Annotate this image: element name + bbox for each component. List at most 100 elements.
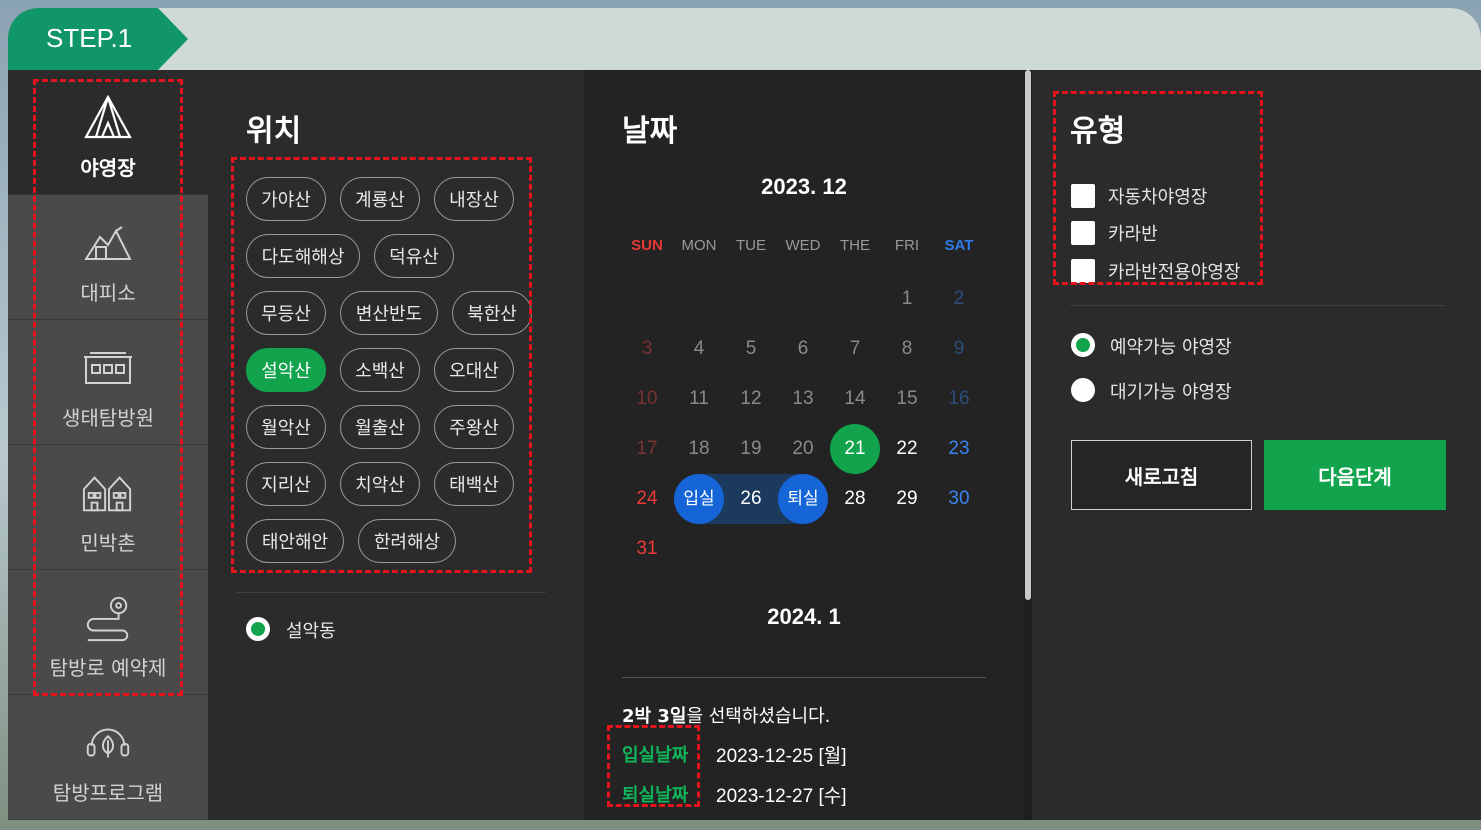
sidebar-item-trail-program[interactable]: 탐방프로그램 xyxy=(8,695,208,820)
calendar-day-past: 7 xyxy=(849,338,861,359)
sidebar-item-eco-center[interactable]: 생태탐방원 xyxy=(8,320,208,445)
trail-pin-icon xyxy=(82,592,134,644)
calendar-day-past: 10 xyxy=(636,388,658,409)
calendar-day-checkin[interactable]: 입실 xyxy=(673,474,725,524)
park-chip[interactable]: 주왕산 xyxy=(434,405,514,449)
type-section: 유형 자동차야영장 카라반 카라반전용야영장 예약가능 야영장 대기가능 야영장… xyxy=(1032,70,1481,820)
program-headset-icon xyxy=(82,717,134,769)
calendar-day-past: 12 xyxy=(740,388,762,409)
date-title: 날짜 xyxy=(622,114,678,149)
calendar-day[interactable]: 30 xyxy=(933,474,985,524)
weekday-label: MON xyxy=(681,237,717,254)
sidebar-item-label: 민박촌 xyxy=(80,531,136,555)
reservation-panel: STEP.1 야영장 대피소 생태탐방원 민박촌 탐방로 예약제 탐방프로그램 … xyxy=(8,8,1481,820)
park-chip[interactable]: 북한산 xyxy=(452,291,532,335)
calendar-day-past: 8 xyxy=(901,338,913,359)
park-chip[interactable]: 가야산 xyxy=(246,177,326,221)
sidebar-item-trail-reservation[interactable]: 탐방로 예약제 xyxy=(8,570,208,695)
type-title: 유형 xyxy=(1070,114,1126,149)
calendar-day-past: 11 xyxy=(689,388,709,409)
sidebar-item-campsite[interactable]: 야영장 xyxy=(8,70,208,195)
calendar-day-checkout[interactable]: 퇴실 xyxy=(777,474,829,524)
weekday-label: SAT xyxy=(944,237,974,254)
availability-radio-label: 대기가능 야영장 xyxy=(1110,382,1232,403)
calendar-day[interactable]: 31 xyxy=(621,524,673,574)
park-chip[interactable]: 소백산 xyxy=(340,348,420,392)
sidebar-item-label: 탐방프로그램 xyxy=(52,781,164,805)
availability-radio-label: 예약가능 야영장 xyxy=(1110,337,1232,358)
sidebar-item-label: 탐방로 예약제 xyxy=(49,656,167,680)
type-checkbox-caravan-only[interactable] xyxy=(1071,259,1095,283)
park-chip[interactable]: 변산반도 xyxy=(340,291,438,335)
park-chip[interactable]: 계룡산 xyxy=(340,177,420,221)
calendar-day-past: 1 xyxy=(901,288,913,309)
calendar-day-past: 20 xyxy=(792,438,814,459)
weekday-label: TUE xyxy=(736,237,766,254)
sidebar-item-shelter[interactable]: 대피소 xyxy=(8,195,208,320)
calendar-day[interactable]: 29 xyxy=(881,474,933,524)
park-chip[interactable]: 월출산 xyxy=(340,405,420,449)
date-scrollbar-thumb[interactable] xyxy=(1025,70,1031,600)
sidebar-item-label: 대피소 xyxy=(80,281,136,305)
stay-summary: 2박 3일을 선택하셨습니다. xyxy=(622,706,831,727)
shelter-icon xyxy=(82,217,134,269)
checkout-date-label: 퇴실날짜 xyxy=(622,785,689,806)
type-checkbox-caravan[interactable] xyxy=(1071,221,1095,245)
park-chip[interactable]: 태안해안 xyxy=(246,519,344,563)
location-section: 위치 가야산 계룡산 내장산 다도해해상 덕유산 무등산 변산반도 북한산 설악… xyxy=(208,70,584,820)
calendar-day-past: 18 xyxy=(688,438,710,459)
sub-area-label: 설악동 xyxy=(286,621,336,642)
calendar-day-in-range[interactable]: 26 xyxy=(725,474,777,524)
park-chip[interactable]: 무등산 xyxy=(246,291,326,335)
park-chip[interactable]: 덕유산 xyxy=(374,234,454,278)
next-step-button[interactable]: 다음단계 xyxy=(1264,440,1446,510)
calendar-day[interactable]: 24 xyxy=(621,474,673,524)
checkout-date-value: 2023-12-27 [수] xyxy=(716,786,847,807)
calendar-day-past: 6 xyxy=(797,338,809,359)
calendar-day[interactable]: 22 xyxy=(881,424,933,474)
weekday-label: FRI xyxy=(894,237,920,254)
divider xyxy=(236,592,546,593)
checkin-date-value: 2023-12-25 [월] xyxy=(716,746,847,767)
divider xyxy=(1070,305,1445,306)
park-chip[interactable]: 치악산 xyxy=(340,462,420,506)
sub-area-radio[interactable] xyxy=(246,617,270,641)
location-title: 위치 xyxy=(246,114,302,149)
park-chip[interactable]: 월악산 xyxy=(246,405,326,449)
park-chip-selected[interactable]: 설악산 xyxy=(246,348,326,392)
sidebar-item-label: 야영장 xyxy=(80,156,136,180)
type-checkbox-auto-camping[interactable] xyxy=(1071,184,1095,208)
availability-radio-waitlist[interactable] xyxy=(1071,378,1095,402)
facility-sidebar: 야영장 대피소 생태탐방원 민박촌 탐방로 예약제 탐방프로그램 xyxy=(8,70,208,820)
eco-center-icon xyxy=(82,342,134,394)
park-chip[interactable]: 다도해해상 xyxy=(246,234,360,278)
tent-icon xyxy=(82,92,134,144)
calendar-day-today[interactable]: 21 xyxy=(829,424,881,474)
calendar-day-past: 16 xyxy=(948,388,970,409)
calendar-day[interactable]: 28 xyxy=(829,474,881,524)
sidebar-item-guesthouse[interactable]: 민박촌 xyxy=(8,445,208,570)
park-chip[interactable]: 한려해상 xyxy=(358,519,456,563)
date-section: 날짜 2023. 12 SUN MON TUE WED THE FRI SAT … xyxy=(584,70,1024,820)
calendar-day-past: 19 xyxy=(740,438,762,459)
step-bar xyxy=(8,8,1481,70)
calendar-day-past: 4 xyxy=(693,338,705,359)
park-chip[interactable]: 태백산 xyxy=(434,462,514,506)
calendar-day-past: 17 xyxy=(636,438,658,459)
type-checkbox-label: 카라반 xyxy=(1108,224,1158,245)
calendar-day-past: 13 xyxy=(792,388,814,409)
calendar-day-past: 2 xyxy=(953,288,965,309)
houses-icon xyxy=(82,467,134,519)
availability-radio-reservable[interactable] xyxy=(1071,333,1095,357)
calendar-month-dec: 2023. 12 xyxy=(761,174,847,199)
park-chip[interactable]: 오대산 xyxy=(434,348,514,392)
refresh-button[interactable]: 새로고침 xyxy=(1071,440,1252,510)
calendar-day[interactable]: 23 xyxy=(933,424,985,474)
type-checkbox-label: 카라반전용야영장 xyxy=(1108,262,1241,283)
step-tab: STEP.1 xyxy=(8,8,188,70)
weekday-label: SUN xyxy=(631,237,663,254)
sidebar-item-label: 생태탐방원 xyxy=(62,406,154,430)
park-chip[interactable]: 내장산 xyxy=(434,177,514,221)
park-chip[interactable]: 지리산 xyxy=(246,462,326,506)
type-checkbox-label: 자동차야영장 xyxy=(1108,187,1208,208)
